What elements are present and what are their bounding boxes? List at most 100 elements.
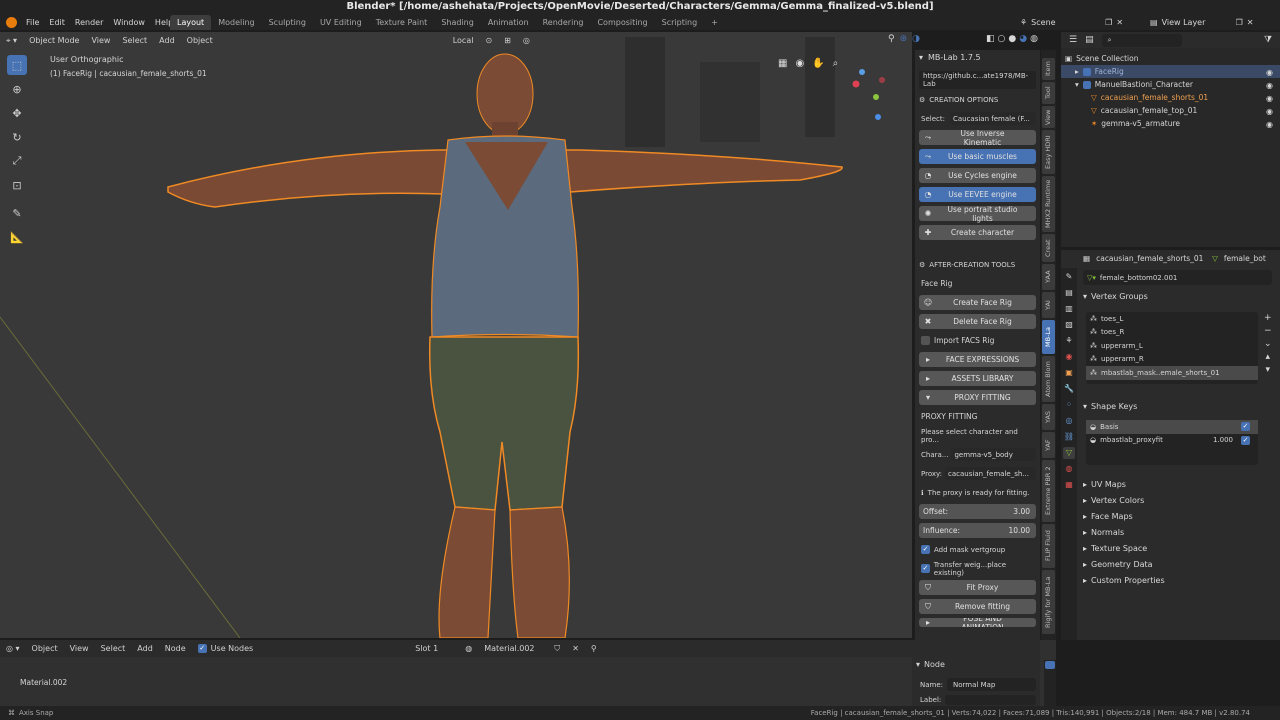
rendered-shading-icon[interactable]: ◍	[1030, 34, 1038, 44]
overlay-icon[interactable]: ◑	[912, 34, 920, 44]
shape-key-mute-check[interactable]: ✓	[1241, 435, 1250, 445]
eye-icon[interactable]: ◉	[1266, 105, 1273, 118]
proxy-fitting-button[interactable]: ▾ PROXY FITTING	[919, 390, 1036, 405]
remove-icon[interactable]: −	[1264, 325, 1272, 338]
object-tab-icon[interactable]: ▣	[1063, 367, 1075, 379]
shape-key-value[interactable]: 1.000	[1213, 436, 1233, 444]
outliner-search-input[interactable]: ⌕	[1101, 33, 1182, 47]
zoom-icon[interactable]: ⌕	[833, 58, 839, 69]
section-uv-maps[interactable]: ▸ UV Maps	[1083, 476, 1165, 492]
view-menu[interactable]: View	[85, 32, 116, 49]
node-editor-type-icon[interactable]: ◎ ▾	[0, 640, 26, 657]
proportional-icon[interactable]: ◎	[517, 32, 536, 49]
annotate-tool-icon[interactable]: ✎	[7, 203, 27, 223]
mesh-dropdown-icon[interactable]: ▽▾	[1087, 274, 1096, 282]
mesh-data-tab-icon[interactable]: ▽	[1063, 447, 1075, 459]
unlink-material-icon[interactable]: ✕	[566, 640, 585, 657]
texture-tab-icon[interactable]: ▦	[1063, 479, 1075, 491]
use-portrait-lights-button[interactable]: ✺ Use portrait studio lights	[919, 205, 1036, 223]
add-mask-checkbox[interactable]: ✓ Add mask vertgroup	[921, 542, 1036, 557]
scene-selector[interactable]: ⚘ Scene ❐ ✕	[1020, 16, 1123, 29]
eye-icon[interactable]: ◉	[1266, 66, 1273, 79]
node-select-menu[interactable]: Select	[95, 640, 132, 657]
constraints-tab-icon[interactable]: ⛓	[1063, 431, 1075, 443]
fit-proxy-button[interactable]: ⛉ Fit Proxy	[919, 580, 1036, 595]
visibility-icon[interactable]: ⚲	[888, 34, 895, 44]
face-expressions-button[interactable]: ▸ FACE EXPRESSIONS	[919, 352, 1036, 367]
editor-type-icon[interactable]: ⌖ ▾	[0, 32, 23, 49]
shape-key-row[interactable]: ◒ mbastlab_proxyfit 1.000 ✓	[1086, 434, 1258, 448]
node-view-menu[interactable]: View	[64, 640, 95, 657]
tab-compositing[interactable]: Compositing	[590, 15, 654, 30]
fake-user-icon[interactable]: ⛉	[548, 640, 566, 657]
section-geometry-data[interactable]: ▸ Geometry Data	[1083, 556, 1165, 572]
modifier-tab-icon[interactable]: 🔧	[1063, 383, 1075, 395]
add-menu[interactable]: Add	[153, 32, 181, 49]
character-select-dropdown[interactable]: Caucasian female (F...	[949, 112, 1036, 125]
node-tab[interactable]	[1045, 661, 1055, 669]
tab-shading[interactable]: Shading	[434, 15, 481, 30]
menu-edit[interactable]: Edit	[44, 15, 70, 30]
render-tab-icon[interactable]: ▤	[1063, 287, 1075, 299]
create-face-rig-button[interactable]: ☺ Create Face Rig	[919, 295, 1036, 310]
collapse-icon[interactable]: ▾	[919, 53, 923, 62]
use-inverse-kinematic-button[interactable]: ⤳ Use Inverse Kinematic	[919, 129, 1036, 147]
mode-dropdown[interactable]: Object Mode	[23, 32, 85, 49]
transform-tool-icon[interactable]: ⊡	[7, 175, 27, 195]
add-icon[interactable]: +	[1264, 312, 1272, 325]
display-mode-icon[interactable]: ▤	[1085, 35, 1094, 45]
copy-view-layer-icon[interactable]: ❐	[1236, 18, 1243, 27]
menu-render[interactable]: Render	[70, 15, 108, 30]
select-menu[interactable]: Select	[116, 32, 153, 49]
section-texture-space[interactable]: ▸ Texture Space	[1083, 540, 1165, 556]
use-nodes-check[interactable]: ✓	[197, 644, 207, 653]
import-facs-check[interactable]	[921, 336, 930, 345]
copy-scene-icon[interactable]: ❐	[1105, 18, 1112, 27]
move-up-icon[interactable]: ▴	[1264, 351, 1272, 364]
add-mask-check[interactable]: ✓	[921, 545, 930, 554]
pan-hand-icon[interactable]: ✋	[812, 58, 824, 69]
outliner-editor-icon[interactable]: ☰	[1069, 35, 1077, 45]
view-layer-selector[interactable]: ▤ View Layer ❐ ✕	[1150, 16, 1253, 29]
camera-view-icon[interactable]: ◉	[795, 58, 804, 69]
world-tab-icon[interactable]: ◉	[1063, 351, 1075, 363]
move-tool-icon[interactable]: ✥	[7, 103, 27, 123]
scene-tab-icon[interactable]: ⚘	[1063, 335, 1075, 347]
tab-mb-lab[interactable]: MB-La	[1042, 320, 1055, 354]
remove-view-layer-icon[interactable]: ✕	[1247, 18, 1254, 27]
create-character-button[interactable]: ✚ Create character	[919, 225, 1036, 240]
tab-animation[interactable]: Animation	[481, 15, 536, 30]
tab-item[interactable]: Item	[1042, 58, 1055, 80]
eye-icon[interactable]: ◉	[1266, 118, 1273, 131]
assets-library-button[interactable]: ▸ ASSETS LIBRARY	[919, 371, 1036, 386]
vertex-group-row[interactable]: ⁂ upperarm_L	[1086, 339, 1258, 353]
tab-extreme-pbr[interactable]: Extreme PBR 2	[1042, 460, 1055, 522]
pivot-icon[interactable]: ⊙	[479, 32, 498, 49]
slot-dropdown[interactable]: Slot 1	[409, 640, 459, 657]
gizmo-icon[interactable]: ⊛	[900, 34, 908, 44]
tab-layout[interactable]: Layout	[170, 15, 212, 30]
tab-mhx2-runtime[interactable]: MHX2 Runtime	[1042, 176, 1055, 232]
remove-fitting-button[interactable]: ⛉ Remove fitting	[919, 599, 1036, 614]
select-tool-icon[interactable]: ⬚	[7, 55, 27, 75]
menu-window[interactable]: Window	[108, 15, 150, 30]
menu-file[interactable]: File	[21, 15, 44, 30]
object-menu[interactable]: Object	[181, 32, 219, 49]
checkbox-icon[interactable]	[1082, 67, 1091, 76]
tab-flip-fluid[interactable]: FLIP Fluid	[1042, 524, 1055, 568]
offset-field[interactable]: Offset: 3.00	[919, 504, 1036, 519]
output-tab-icon[interactable]: ▥	[1063, 303, 1075, 315]
outliner-item-facerig[interactable]: ▸ FaceRig	[1061, 65, 1280, 78]
node-name-field[interactable]: Normal Map	[947, 678, 1036, 691]
tab-rigify-mb-lab[interactable]: Rigify for MB-La	[1042, 570, 1055, 634]
tab-rendering[interactable]: Rendering	[536, 15, 591, 30]
shape-key-row[interactable]: ◒ Basis ✓	[1086, 420, 1258, 434]
node-node-menu[interactable]: Node	[159, 640, 192, 657]
3d-viewport[interactable]	[0, 32, 912, 638]
shape-keys-header[interactable]: ▾ Shape Keys	[1083, 398, 1137, 414]
eye-icon[interactable]: ◉	[1266, 79, 1273, 92]
section-normals[interactable]: ▸ Normals	[1083, 524, 1165, 540]
rotate-tool-icon[interactable]: ↻	[7, 127, 27, 147]
use-basic-muscles-button[interactable]: ⤳ Use basic muscles	[919, 149, 1036, 164]
cursor-tool-icon[interactable]: ⊕	[7, 79, 27, 99]
